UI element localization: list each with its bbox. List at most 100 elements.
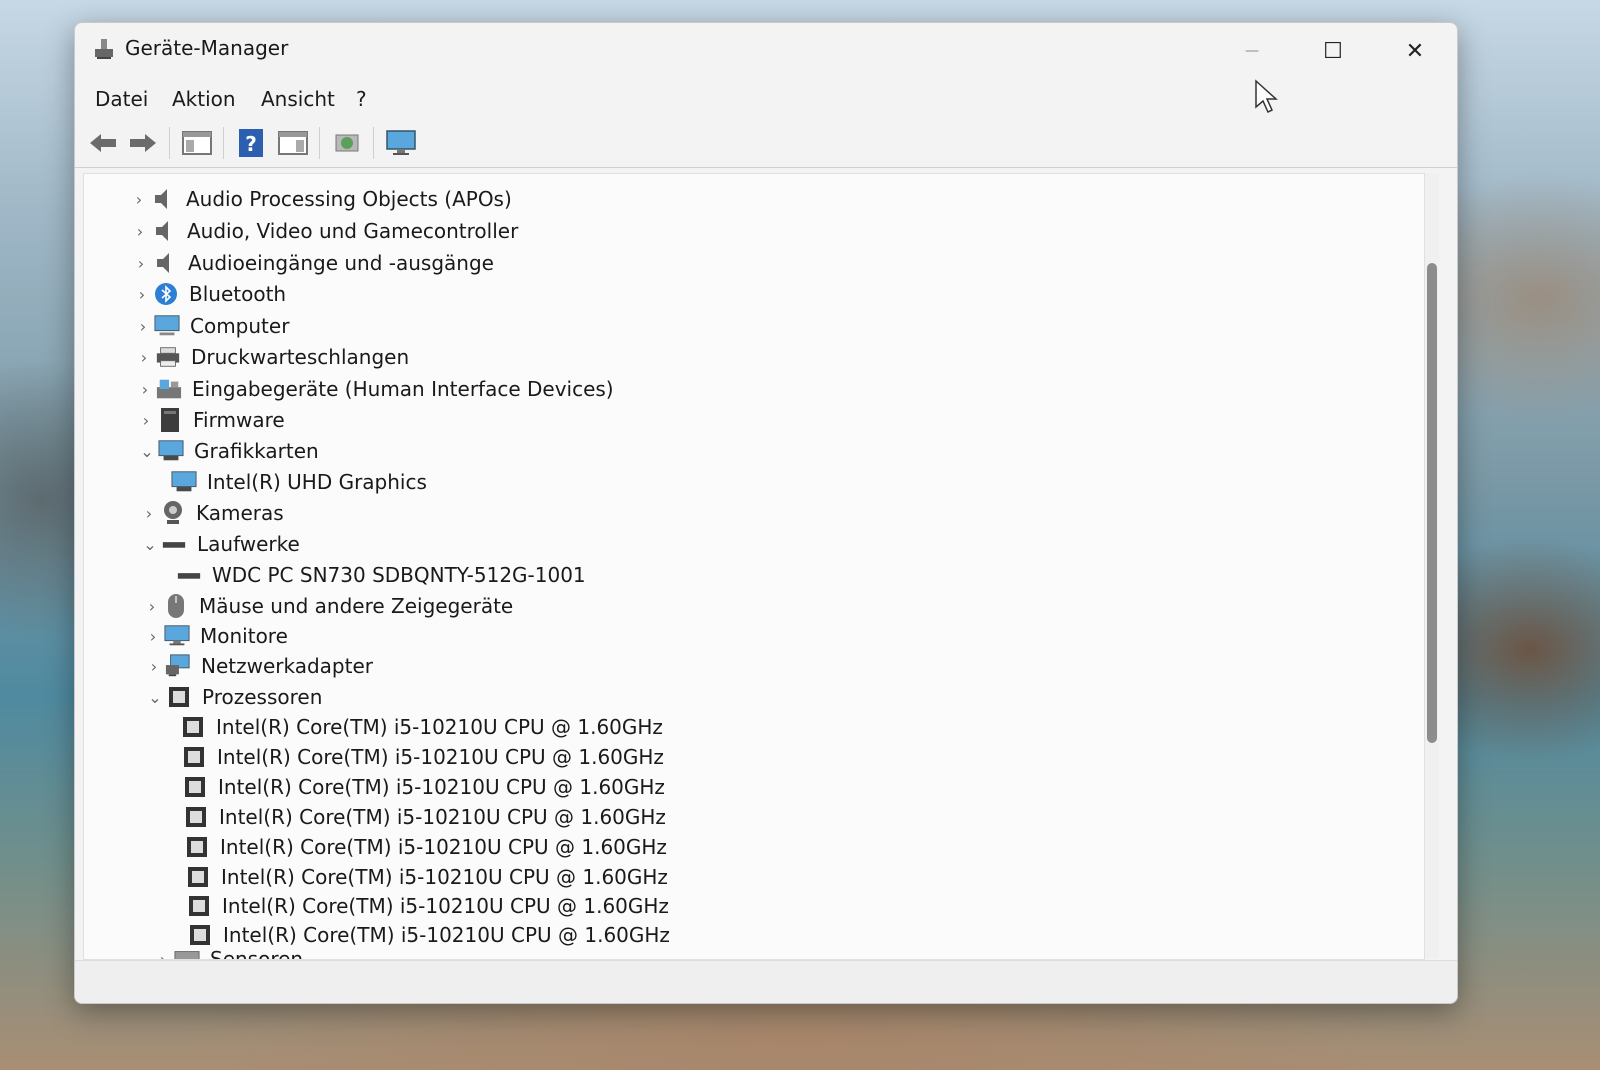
tree-node-cameras[interactable]: › Kameras — [138, 498, 284, 528]
maximize-button[interactable]: ☐ — [1291, 23, 1375, 79]
camera-icon — [160, 500, 186, 526]
computer-icon — [154, 313, 180, 339]
tree-node-processors[interactable]: ⌄ Prozessoren — [144, 682, 322, 712]
tree-node-label: Intel(R) Core(TM) i5-10210U CPU @ 1.60GH… — [221, 865, 668, 889]
processor-icon — [166, 684, 192, 710]
update-driver-button[interactable] — [329, 125, 365, 161]
display-adapter-icon — [171, 469, 197, 495]
tree-node-drives[interactable]: ⌄ Laufwerke — [139, 529, 300, 559]
speaker-icon — [151, 218, 177, 244]
mouse-cursor-icon — [1255, 79, 1278, 114]
tree-node-cpu-5[interactable]: Intel(R) Core(TM) i5-10210U CPU @ 1.60GH… — [185, 862, 668, 892]
view-icon — [278, 131, 308, 155]
tree-node-label: Intel(R) Core(TM) i5-10210U CPU @ 1.60GH… — [222, 894, 669, 918]
tree-node-display-adapters[interactable]: ⌄ Grafikkarten — [136, 436, 318, 466]
tree-node-apos[interactable]: › Audio Processing Objects (APOs) — [128, 184, 512, 214]
tree-node-printers[interactable]: › Druckwarteschlangen — [133, 342, 409, 372]
collapse-chevron-icon[interactable]: ⌄ — [144, 688, 166, 707]
processor-icon — [181, 744, 207, 770]
firmware-icon — [157, 407, 183, 433]
expand-chevron-icon[interactable]: › — [133, 348, 155, 367]
tree-node-label: Kameras — [196, 501, 284, 525]
tree-node-label: Intel(R) UHD Graphics — [207, 470, 427, 494]
view-button[interactable] — [275, 125, 311, 161]
monitor-icon — [164, 623, 190, 649]
forward-button[interactable] — [125, 125, 161, 161]
menu-help[interactable]: ? — [348, 83, 375, 115]
tree-node-label: WDC PC SN730 SDBQNTY-512G-1001 — [212, 563, 586, 587]
tree-node-wdc-ssd[interactable]: WDC PC SN730 SDBQNTY-512G-1001 — [176, 560, 586, 590]
tree-node-label: Firmware — [193, 408, 285, 432]
tree-node-audio-video[interactable]: › Audio, Video und Gamecontroller — [129, 216, 519, 246]
tree-node-monitors[interactable]: › Monitore — [142, 621, 288, 651]
expand-chevron-icon[interactable]: › — [134, 380, 156, 399]
network-adapter-icon — [165, 653, 191, 679]
tree-node-label: Audio, Video und Gamecontroller — [187, 219, 519, 243]
expand-chevron-icon[interactable]: › — [138, 504, 160, 523]
monitor-icon — [386, 130, 416, 155]
close-button[interactable]: ✕ — [1373, 23, 1457, 79]
tree-node-cpu-3[interactable]: Intel(R) Core(TM) i5-10210U CPU @ 1.60GH… — [183, 802, 666, 832]
menu-bar: Datei Aktion Ansicht ? — [75, 83, 1457, 115]
menu-datei[interactable]: Datei — [87, 83, 156, 115]
tree-node-computer[interactable]: › Computer — [132, 311, 290, 341]
menu-ansicht[interactable]: Ansicht — [253, 83, 343, 115]
tree-node-label: Mäuse und andere Zeigegeräte — [199, 594, 514, 618]
device-tree[interactable]: › Audio Processing Objects (APOs) › Audi… — [83, 173, 1425, 960]
expand-chevron-icon[interactable]: › — [142, 627, 164, 646]
sensor-icon — [174, 946, 200, 959]
tree-node-intel-uhd-graphics[interactable]: Intel(R) UHD Graphics — [171, 467, 427, 497]
minimize-button[interactable]: — — [1210, 23, 1294, 79]
scan-hardware-button[interactable] — [383, 125, 419, 161]
tree-node-cpu-1[interactable]: Intel(R) Core(TM) i5-10210U CPU @ 1.60GH… — [181, 742, 664, 772]
tree-node-mice[interactable]: › Mäuse und andere Zeigegeräte — [141, 591, 513, 621]
expand-chevron-icon[interactable]: › — [131, 285, 153, 304]
tree-node-label: Intel(R) Core(TM) i5-10210U CPU @ 1.60GH… — [219, 805, 666, 829]
expand-chevron-icon[interactable]: › — [132, 317, 154, 336]
expand-chevron-icon[interactable]: › — [135, 411, 157, 430]
tree-node-network-adapters[interactable]: › Netzwerkadapter — [143, 651, 373, 681]
tree-node-label: Intel(R) Core(TM) i5-10210U CPU @ 1.60GH… — [216, 715, 663, 739]
processor-icon — [185, 864, 211, 890]
collapse-chevron-icon[interactable]: ⌄ — [136, 442, 158, 461]
expand-chevron-icon[interactable]: › — [130, 254, 152, 273]
tree-node-label: Laufwerke — [197, 532, 300, 556]
tree-node-firmware[interactable]: › Firmware — [135, 405, 285, 435]
tree-node-label: Computer — [190, 314, 290, 338]
maximize-icon: ☐ — [1323, 38, 1343, 64]
tree-node-cpu-0[interactable]: Intel(R) Core(TM) i5-10210U CPU @ 1.60GH… — [180, 712, 663, 742]
mouse-icon — [163, 593, 189, 619]
processor-icon — [180, 714, 206, 740]
title-bar[interactable]: Geräte-Manager — ☐ ✕ — [75, 23, 1457, 79]
back-button[interactable] — [85, 125, 121, 161]
tree-node-label: Netzwerkadapter — [201, 654, 373, 678]
collapse-chevron-icon[interactable]: ⌄ — [139, 535, 161, 554]
tree-node-cpu-2[interactable]: Intel(R) Core(TM) i5-10210U CPU @ 1.60GH… — [182, 772, 665, 802]
tree-node-cpu-6[interactable]: Intel(R) Core(TM) i5-10210U CPU @ 1.60GH… — [186, 891, 669, 921]
expand-chevron-icon[interactable]: › — [141, 597, 163, 616]
bluetooth-icon — [153, 281, 179, 307]
help-button[interactable]: ? — [233, 125, 269, 161]
tree-node-hid[interactable]: › Eingabegeräte (Human Interface Devices… — [134, 374, 614, 404]
tree-node-audio-io[interactable]: › Audioeingänge und -ausgänge — [130, 248, 494, 278]
forward-arrow-icon — [130, 134, 156, 152]
tree-node-label: Audioeingänge und -ausgänge — [188, 251, 494, 275]
vertical-scrollbar[interactable] — [1425, 173, 1439, 958]
update-driver-icon — [335, 134, 359, 152]
expand-chevron-icon[interactable]: › — [152, 950, 174, 960]
tree-node-sensors[interactable]: › Sensoren — [152, 946, 303, 960]
processor-icon — [187, 922, 213, 948]
properties-panel-button[interactable] — [179, 125, 215, 161]
expand-chevron-icon[interactable]: › — [128, 190, 150, 209]
tree-node-cpu-4[interactable]: Intel(R) Core(TM) i5-10210U CPU @ 1.60GH… — [184, 832, 667, 862]
drive-icon — [161, 531, 187, 557]
expand-chevron-icon[interactable]: › — [143, 657, 165, 676]
display-adapter-icon — [158, 438, 184, 464]
processor-icon — [186, 893, 212, 919]
expand-chevron-icon[interactable]: › — [129, 222, 151, 241]
tree-node-label: Audio Processing Objects (APOs) — [186, 187, 512, 211]
tree-node-label: Monitore — [200, 624, 288, 648]
tree-node-bluetooth[interactable]: › Bluetooth — [131, 279, 286, 309]
scrollbar-thumb[interactable] — [1427, 263, 1437, 743]
menu-aktion[interactable]: Aktion — [164, 83, 244, 115]
